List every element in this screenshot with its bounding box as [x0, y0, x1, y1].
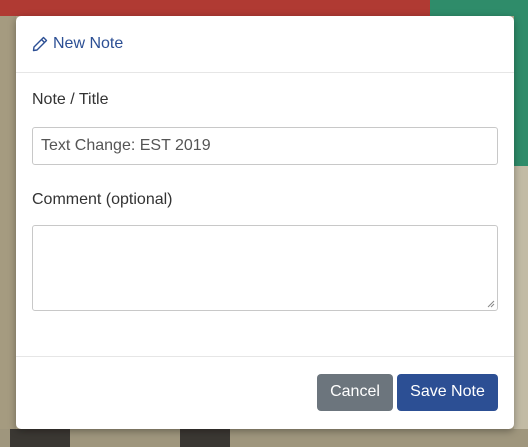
note-title-value: Text Change: EST 2019 [41, 137, 211, 154]
save-note-button[interactable]: Save Note [397, 373, 498, 411]
note-title-label: Note / Title [32, 91, 109, 108]
backdrop-shape-bottom-dark [10, 429, 70, 447]
backdrop-shape-bottom-dark-2 [180, 429, 230, 447]
backdrop-shape-left [0, 16, 16, 429]
dialog-title-text: New Note [53, 35, 124, 52]
cancel-button[interactable]: Cancel [317, 373, 393, 411]
resize-grip-icon[interactable] [487, 300, 495, 308]
dialog-title: New Note [32, 35, 123, 53]
comment-textarea[interactable] [32, 225, 498, 311]
backdrop-shape-bottom [0, 429, 528, 447]
backdrop-shape-right-teal [514, 16, 528, 166]
note-title-input[interactable]: Text Change: EST 2019 [32, 127, 498, 165]
dialog-body: Note / Title Text Change: EST 2019 Comme… [16, 73, 514, 357]
backdrop-shape-right [514, 166, 528, 429]
comment-label: Comment (optional) [32, 191, 173, 208]
dialog-footer: Cancel Save Note [16, 357, 514, 427]
new-note-dialog: New Note Note / Title Text Change: EST 2… [16, 16, 514, 429]
dialog-header: New Note [16, 16, 514, 73]
backdrop-shape-teal [430, 0, 528, 16]
pencil-icon [32, 36, 48, 52]
